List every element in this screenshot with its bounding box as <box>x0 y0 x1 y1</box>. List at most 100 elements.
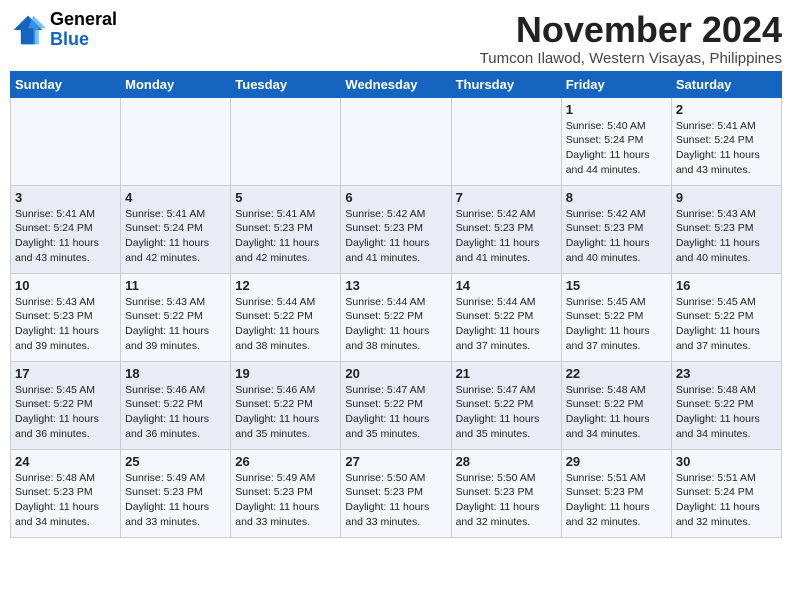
calendar-cell: 18 Sunrise: 5:46 AM Sunset: 5:22 PM Dayli… <box>121 361 231 449</box>
calendar-cell: 12 Sunrise: 5:44 AM Sunset: 5:22 PM Dayli… <box>231 273 341 361</box>
title-block: November 2024 Tumcon Ilawod, Western Vis… <box>480 10 782 67</box>
calendar-cell: 30 Sunrise: 5:51 AM Sunset: 5:24 PM Dayli… <box>671 449 781 537</box>
day-number: 13 <box>345 278 446 293</box>
day-number: 4 <box>125 190 226 205</box>
day-number: 30 <box>676 454 777 469</box>
day-number: 2 <box>676 102 777 117</box>
calendar-cell: 28 Sunrise: 5:50 AM Sunset: 5:23 PM Dayli… <box>451 449 561 537</box>
day-number: 3 <box>15 190 116 205</box>
day-info: Sunrise: 5:46 AM Sunset: 5:22 PM Dayligh… <box>235 383 336 442</box>
day-info: Sunrise: 5:50 AM Sunset: 5:23 PM Dayligh… <box>456 471 557 530</box>
calendar-cell: 29 Sunrise: 5:51 AM Sunset: 5:23 PM Dayli… <box>561 449 671 537</box>
day-info: Sunrise: 5:43 AM Sunset: 5:23 PM Dayligh… <box>15 295 116 354</box>
day-number: 26 <box>235 454 336 469</box>
calendar-cell: 26 Sunrise: 5:49 AM Sunset: 5:23 PM Dayli… <box>231 449 341 537</box>
day-info: Sunrise: 5:41 AM Sunset: 5:24 PM Dayligh… <box>125 207 226 266</box>
day-info: Sunrise: 5:51 AM Sunset: 5:23 PM Dayligh… <box>566 471 667 530</box>
calendar-cell: 17 Sunrise: 5:45 AM Sunset: 5:22 PM Dayli… <box>11 361 121 449</box>
day-number: 28 <box>456 454 557 469</box>
day-info: Sunrise: 5:41 AM Sunset: 5:24 PM Dayligh… <box>676 119 777 178</box>
day-number: 15 <box>566 278 667 293</box>
day-number: 18 <box>125 366 226 381</box>
day-number: 22 <box>566 366 667 381</box>
calendar-cell <box>11 97 121 185</box>
day-info: Sunrise: 5:44 AM Sunset: 5:22 PM Dayligh… <box>456 295 557 354</box>
calendar-cell: 1Sunrise: 5:40 AM Sunset: 5:24 PM Daylig… <box>561 97 671 185</box>
day-info: Sunrise: 5:48 AM Sunset: 5:23 PM Dayligh… <box>15 471 116 530</box>
day-number: 17 <box>15 366 116 381</box>
page-header: General Blue November 2024 Tumcon Ilawod… <box>10 10 782 67</box>
month-title: November 2024 <box>480 10 782 50</box>
day-info: Sunrise: 5:46 AM Sunset: 5:22 PM Dayligh… <box>125 383 226 442</box>
calendar-cell: 10 Sunrise: 5:43 AM Sunset: 5:23 PM Dayli… <box>11 273 121 361</box>
calendar-day-header: Tuesday <box>231 71 341 97</box>
day-number: 25 <box>125 454 226 469</box>
day-info: Sunrise: 5:49 AM Sunset: 5:23 PM Dayligh… <box>125 471 226 530</box>
day-number: 11 <box>125 278 226 293</box>
day-info: Sunrise: 5:45 AM Sunset: 5:22 PM Dayligh… <box>676 295 777 354</box>
location-subtitle: Tumcon Ilawod, Western Visayas, Philippi… <box>480 50 782 67</box>
day-info: Sunrise: 5:50 AM Sunset: 5:23 PM Dayligh… <box>345 471 446 530</box>
day-number: 6 <box>345 190 446 205</box>
calendar-day-header: Saturday <box>671 71 781 97</box>
calendar-day-header: Friday <box>561 71 671 97</box>
day-info: Sunrise: 5:51 AM Sunset: 5:24 PM Dayligh… <box>676 471 777 530</box>
calendar-cell: 27 Sunrise: 5:50 AM Sunset: 5:23 PM Dayli… <box>341 449 451 537</box>
calendar-cell: 16 Sunrise: 5:45 AM Sunset: 5:22 PM Dayli… <box>671 273 781 361</box>
calendar-cell: 24Sunrise: 5:48 AM Sunset: 5:23 PM Dayli… <box>11 449 121 537</box>
calendar-day-header: Monday <box>121 71 231 97</box>
calendar-cell: 11Sunrise: 5:43 AM Sunset: 5:22 PM Dayli… <box>121 273 231 361</box>
day-info: Sunrise: 5:45 AM Sunset: 5:22 PM Dayligh… <box>15 383 116 442</box>
day-info: Sunrise: 5:40 AM Sunset: 5:24 PM Dayligh… <box>566 119 667 178</box>
day-info: Sunrise: 5:47 AM Sunset: 5:22 PM Dayligh… <box>456 383 557 442</box>
day-number: 7 <box>456 190 557 205</box>
day-info: Sunrise: 5:42 AM Sunset: 5:23 PM Dayligh… <box>566 207 667 266</box>
calendar-cell: 14 Sunrise: 5:44 AM Sunset: 5:22 PM Dayli… <box>451 273 561 361</box>
day-info: Sunrise: 5:42 AM Sunset: 5:23 PM Dayligh… <box>456 207 557 266</box>
calendar-cell: 15Sunrise: 5:45 AM Sunset: 5:22 PM Dayli… <box>561 273 671 361</box>
day-number: 27 <box>345 454 446 469</box>
logo-icon <box>10 12 46 48</box>
calendar-cell <box>231 97 341 185</box>
day-info: Sunrise: 5:47 AM Sunset: 5:22 PM Dayligh… <box>345 383 446 442</box>
day-number: 20 <box>345 366 446 381</box>
calendar-cell: 4 Sunrise: 5:41 AM Sunset: 5:24 PM Daylig… <box>121 185 231 273</box>
day-number: 10 <box>15 278 116 293</box>
calendar-day-header: Wednesday <box>341 71 451 97</box>
calendar-cell: 25 Sunrise: 5:49 AM Sunset: 5:23 PM Dayli… <box>121 449 231 537</box>
calendar-cell <box>341 97 451 185</box>
day-number: 12 <box>235 278 336 293</box>
calendar-cell: 3 Sunrise: 5:41 AM Sunset: 5:24 PM Daylig… <box>11 185 121 273</box>
calendar-cell: 22 Sunrise: 5:48 AM Sunset: 5:22 PM Dayli… <box>561 361 671 449</box>
day-info: Sunrise: 5:41 AM Sunset: 5:23 PM Dayligh… <box>235 207 336 266</box>
calendar-cell: 23 Sunrise: 5:48 AM Sunset: 5:22 PM Dayli… <box>671 361 781 449</box>
calendar-cell: 2 Sunrise: 5:41 AM Sunset: 5:24 PM Daylig… <box>671 97 781 185</box>
day-info: Sunrise: 5:48 AM Sunset: 5:22 PM Dayligh… <box>566 383 667 442</box>
calendar-cell: 13 Sunrise: 5:44 AM Sunset: 5:22 PM Dayli… <box>341 273 451 361</box>
day-info: Sunrise: 5:41 AM Sunset: 5:24 PM Dayligh… <box>15 207 116 266</box>
logo: General Blue <box>10 10 117 50</box>
calendar-cell: 6 Sunrise: 5:42 AM Sunset: 5:23 PM Daylig… <box>341 185 451 273</box>
calendar-cell: 9 Sunrise: 5:43 AM Sunset: 5:23 PM Daylig… <box>671 185 781 273</box>
calendar-table: SundayMondayTuesdayWednesdayThursdayFrid… <box>10 71 782 538</box>
logo-text: General Blue <box>50 10 117 50</box>
day-number: 5 <box>235 190 336 205</box>
day-info: Sunrise: 5:44 AM Sunset: 5:22 PM Dayligh… <box>235 295 336 354</box>
calendar-cell <box>121 97 231 185</box>
day-info: Sunrise: 5:42 AM Sunset: 5:23 PM Dayligh… <box>345 207 446 266</box>
day-number: 23 <box>676 366 777 381</box>
day-number: 8 <box>566 190 667 205</box>
calendar-cell <box>451 97 561 185</box>
day-number: 16 <box>676 278 777 293</box>
calendar-cell: 20 Sunrise: 5:47 AM Sunset: 5:22 PM Dayli… <box>341 361 451 449</box>
calendar-cell: 5 Sunrise: 5:41 AM Sunset: 5:23 PM Daylig… <box>231 185 341 273</box>
day-number: 29 <box>566 454 667 469</box>
day-number: 21 <box>456 366 557 381</box>
day-info: Sunrise: 5:49 AM Sunset: 5:23 PM Dayligh… <box>235 471 336 530</box>
day-number: 14 <box>456 278 557 293</box>
day-number: 9 <box>676 190 777 205</box>
calendar-day-header: Thursday <box>451 71 561 97</box>
day-info: Sunrise: 5:44 AM Sunset: 5:22 PM Dayligh… <box>345 295 446 354</box>
day-info: Sunrise: 5:48 AM Sunset: 5:22 PM Dayligh… <box>676 383 777 442</box>
day-info: Sunrise: 5:43 AM Sunset: 5:23 PM Dayligh… <box>676 207 777 266</box>
